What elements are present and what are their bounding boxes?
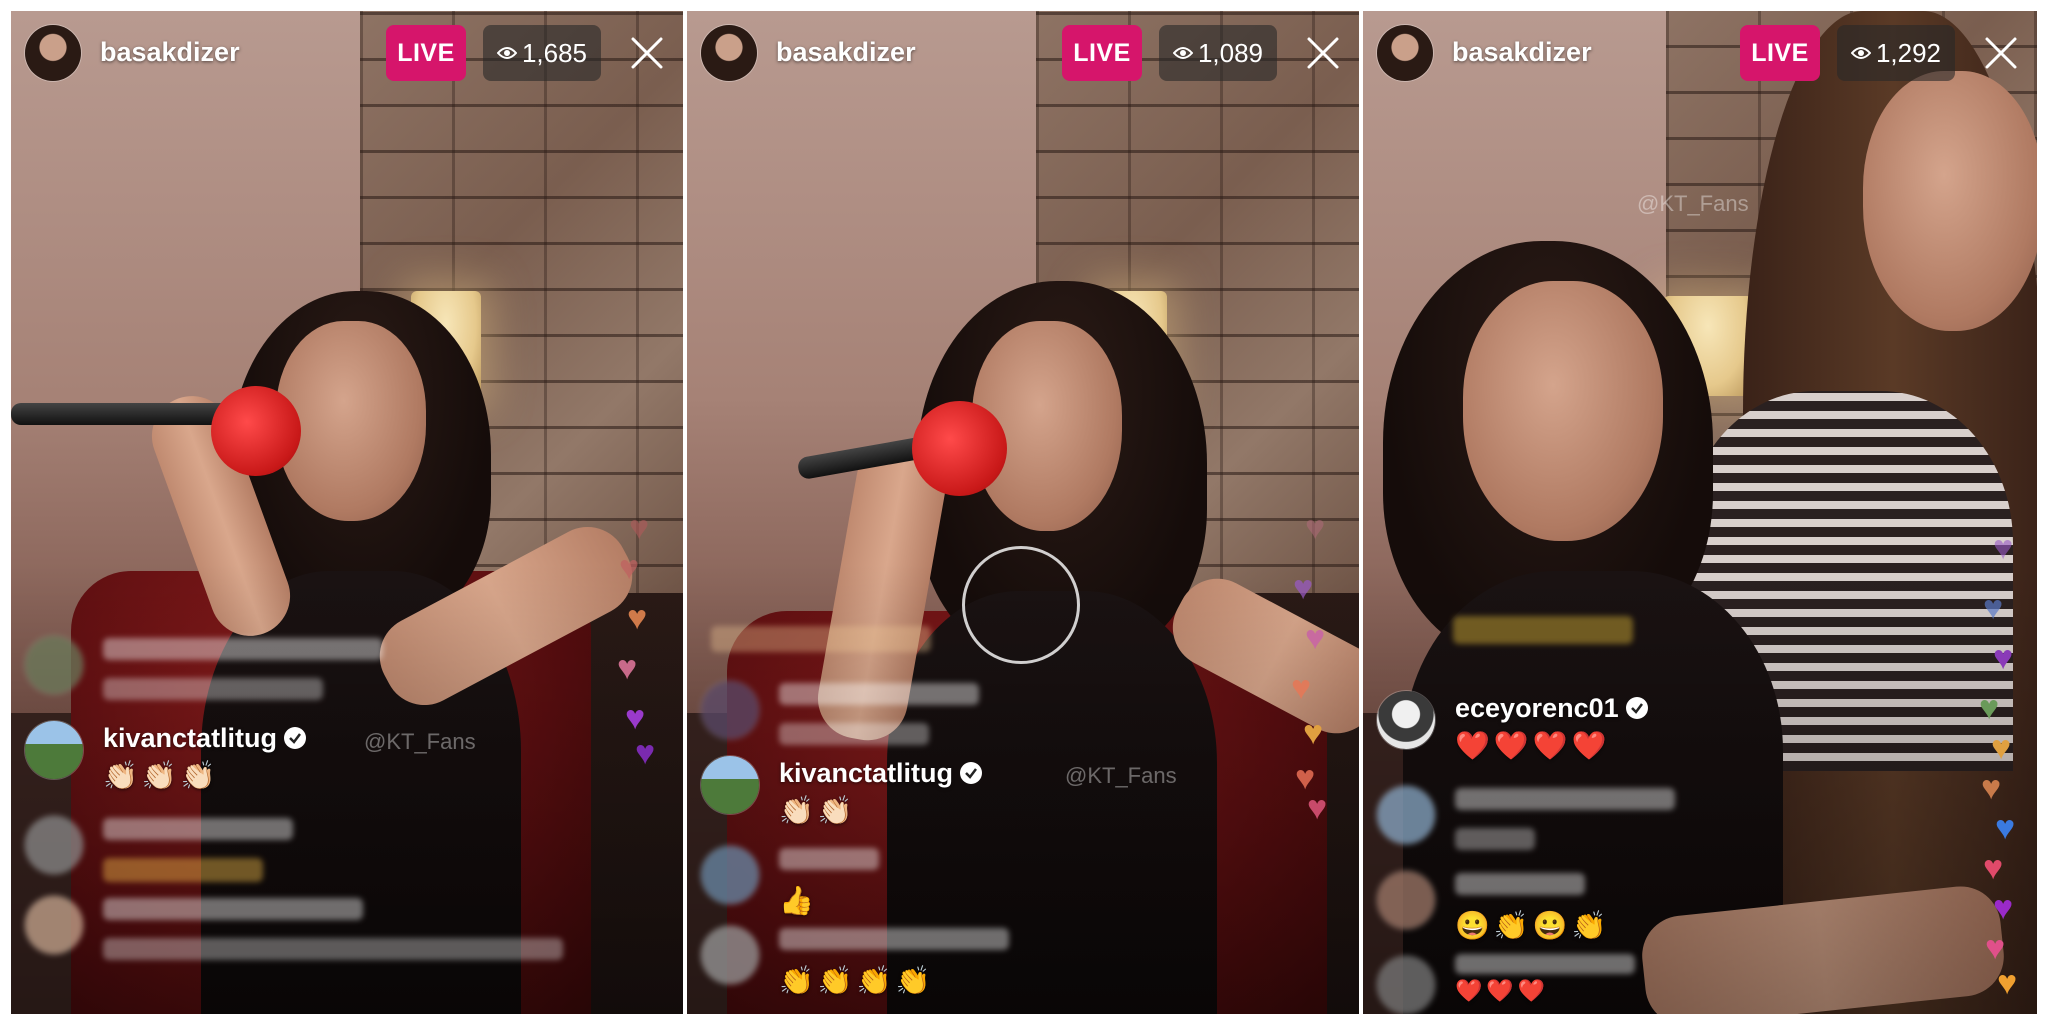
heart-icon: ♥ bbox=[619, 549, 640, 587]
stream-header: basakdizer LIVE 1,089 bbox=[701, 25, 1349, 81]
live-badge: LIVE bbox=[1740, 25, 1820, 81]
verified-icon bbox=[1625, 697, 1648, 719]
playback-ring[interactable] bbox=[962, 546, 1080, 664]
heart-icon: ♥ bbox=[629, 509, 650, 547]
live-stream-collage: basakdizer LIVE 1,685 @KT_Fans kivanctat… bbox=[0, 0, 2048, 1028]
comment-avatar[interactable] bbox=[1377, 691, 1435, 749]
stream-header: basakdizer LIVE 1,685 bbox=[25, 25, 673, 81]
heart-icon: ♥ bbox=[1291, 669, 1312, 707]
hearts-stream: ♥ ♥ ♥ ♥ ♥ ♥ bbox=[617, 509, 665, 772]
comment-avatar bbox=[25, 636, 83, 694]
microphone-head bbox=[211, 386, 301, 476]
heart-icon: ♥ bbox=[1303, 714, 1324, 752]
heart-icon: ♥ bbox=[1993, 639, 2014, 677]
heart-icon: ♥ bbox=[1307, 789, 1328, 827]
watermark: @KT_Fans bbox=[1065, 763, 1177, 788]
comment-avatar[interactable] bbox=[701, 926, 759, 984]
streamer-username[interactable]: basakdizer bbox=[1452, 37, 1592, 68]
comment-text: 👍 bbox=[779, 885, 818, 916]
watermark: @KT_Fans bbox=[364, 729, 476, 754]
viewer-count: 1,089 bbox=[1159, 25, 1277, 81]
comment-avatar[interactable] bbox=[701, 846, 759, 904]
comment-text: 👏🏻👏🏻 bbox=[779, 795, 857, 826]
face bbox=[1463, 281, 1663, 541]
watermark: @KT_Fans bbox=[1637, 191, 1749, 216]
eye-icon bbox=[1172, 47, 1193, 59]
comment-avatar[interactable] bbox=[1377, 871, 1435, 929]
close-icon[interactable] bbox=[1983, 35, 2019, 71]
microphone bbox=[11, 403, 241, 425]
comment-text: ❤️❤️❤️❤️ bbox=[1455, 730, 1611, 761]
live-badge: LIVE bbox=[1062, 25, 1142, 81]
heart-icon: ♥ bbox=[617, 649, 638, 687]
live-panel-2: basakdizer LIVE 1,089 @KT_Fans kivanctat… bbox=[687, 11, 1359, 1014]
heart-icon: ♥ bbox=[1993, 889, 2014, 927]
close-icon[interactable] bbox=[1305, 35, 1341, 71]
eye-icon bbox=[1850, 47, 1871, 59]
comment-text: 👏👏👏👏 bbox=[779, 965, 935, 996]
viewer-count-value: 1,089 bbox=[1197, 37, 1264, 68]
heart-icon: ♥ bbox=[1305, 619, 1326, 657]
avatar[interactable] bbox=[701, 25, 757, 81]
comment-avatar[interactable] bbox=[25, 721, 83, 779]
streamer-username[interactable]: basakdizer bbox=[100, 37, 240, 68]
heart-icon: ♥ bbox=[1985, 929, 2006, 967]
heart-icon: ♥ bbox=[1293, 569, 1314, 607]
heart-icon: ♥ bbox=[1979, 689, 2000, 727]
viewer-count: 1,292 bbox=[1837, 25, 1955, 81]
streamer-username[interactable]: basakdizer bbox=[776, 37, 916, 68]
heart-icon: ♥ bbox=[1995, 809, 2016, 847]
heart-icon: ♥ bbox=[1983, 589, 2004, 627]
viewer-count-value: 1,292 bbox=[1875, 37, 1942, 68]
heart-icon: ♥ bbox=[1981, 769, 2002, 807]
comment-username[interactable]: kivanctatlitug bbox=[779, 758, 983, 789]
hearts-stream: ♥ ♥ ♥ ♥ ♥ ♥ ♥ bbox=[1291, 509, 1341, 825]
heart-icon: ♥ bbox=[1983, 849, 2004, 887]
comment-text: ❤️❤️❤️ bbox=[1455, 978, 1550, 1003]
viewer-count-value: 1,685 bbox=[521, 37, 588, 68]
comment-avatar[interactable] bbox=[1377, 956, 1435, 1014]
verified-icon bbox=[960, 762, 983, 784]
heart-icon: ♥ bbox=[1991, 729, 2012, 767]
live-panel-3: basakdizer LIVE 1,292 @KT_Fans eceyorenc… bbox=[1363, 11, 2037, 1014]
stream-header: basakdizer LIVE 1,292 bbox=[1377, 25, 2027, 81]
comment-avatar[interactable] bbox=[701, 756, 759, 814]
avatar[interactable] bbox=[1377, 25, 1433, 81]
microphone-head bbox=[912, 401, 1007, 496]
heart-icon: ♥ bbox=[635, 734, 656, 772]
heart-icon: ♥ bbox=[1305, 509, 1326, 547]
comment-text: 😀👏😀👏 bbox=[1455, 910, 1611, 941]
live-panel-1: basakdizer LIVE 1,685 @KT_Fans kivanctat… bbox=[11, 11, 683, 1014]
heart-icon: ♥ bbox=[1993, 529, 2014, 567]
comment-text: 👏🏻👏🏻👏🏻 bbox=[103, 760, 220, 791]
close-icon[interactable] bbox=[629, 35, 665, 71]
verified-icon bbox=[284, 727, 307, 749]
eye-icon bbox=[496, 47, 517, 59]
live-badge: LIVE bbox=[386, 25, 466, 81]
viewer-count: 1,685 bbox=[483, 25, 601, 81]
face bbox=[1863, 71, 2037, 331]
comment-username[interactable]: eceyorenc01 bbox=[1455, 693, 1649, 724]
avatar[interactable] bbox=[25, 25, 81, 81]
hearts-stream: ♥ ♥ ♥ ♥ ♥ ♥ ♥ ♥ ♥ ♥ ♥ bbox=[1979, 529, 2027, 1002]
heart-icon: ♥ bbox=[625, 699, 646, 737]
comment-username[interactable]: kivanctatlitug bbox=[103, 723, 307, 754]
heart-icon: ♥ bbox=[627, 599, 648, 637]
heart-icon: ♥ bbox=[1997, 964, 2018, 1002]
